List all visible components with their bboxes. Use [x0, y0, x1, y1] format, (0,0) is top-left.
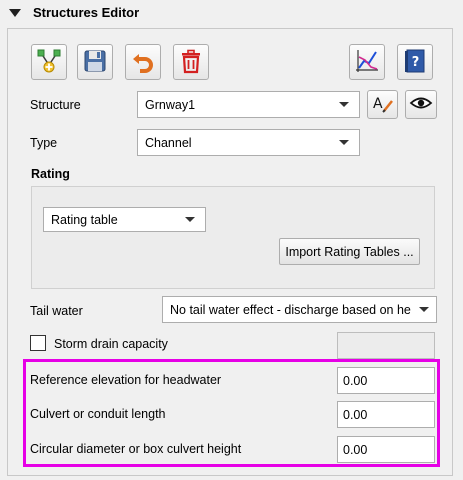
svg-text:A: A	[373, 96, 383, 112]
import-rating-tables-button[interactable]: Import Rating Tables ...	[279, 238, 420, 265]
rating-type-value: Rating table	[51, 212, 118, 227]
chevron-down-icon	[419, 307, 429, 312]
svg-text:?: ?	[412, 55, 420, 70]
culvert-diameter-field[interactable]: 0.00	[337, 436, 435, 463]
structure-select[interactable]: Grnway1	[137, 91, 360, 118]
tail-water-label: Tail water	[30, 304, 83, 318]
schematize-button[interactable]	[349, 44, 385, 80]
add-structure-icon	[36, 48, 62, 77]
undo-icon	[130, 48, 156, 77]
collapse-arrow-icon[interactable]	[9, 9, 21, 17]
culvert-length-label: Culvert or conduit length	[30, 407, 166, 421]
type-select-value: Channel	[145, 135, 192, 150]
save-icon	[82, 48, 108, 77]
structure-label: Structure	[30, 98, 81, 112]
tail-water-select[interactable]: No tail water effect - discharge based o…	[162, 296, 437, 323]
chevron-down-icon	[339, 140, 349, 145]
culvert-diameter-label: Circular diameter or box culvert height	[30, 442, 242, 456]
reference-elevation-label: Reference elevation for headwater	[30, 373, 222, 387]
rename-structure-button[interactable]: A	[367, 90, 398, 119]
view-structure-button[interactable]	[405, 90, 437, 119]
rating-section-title: Rating	[31, 167, 70, 181]
delete-icon	[178, 48, 204, 77]
chevron-down-icon	[339, 102, 349, 107]
help-icon: ?	[402, 48, 428, 77]
add-structure-button[interactable]	[31, 44, 67, 80]
storm-drain-checkbox[interactable]	[30, 335, 46, 351]
panel-title: Structures Editor	[33, 5, 140, 20]
storm-drain-capacity-field[interactable]	[337, 332, 435, 359]
rating-type-select[interactable]: Rating table	[43, 207, 206, 232]
reference-elevation-field[interactable]: 0.00	[337, 367, 435, 394]
structure-select-value: Grnway1	[145, 97, 196, 112]
tail-water-value: No tail water effect - discharge based o…	[170, 302, 411, 317]
schematize-icon	[354, 48, 380, 77]
rename-icon: A	[371, 92, 395, 117]
delete-button[interactable]	[173, 44, 209, 80]
culvert-length-field[interactable]: 0.00	[337, 401, 435, 428]
help-button[interactable]: ?	[397, 44, 433, 80]
type-label: Type	[30, 136, 58, 150]
save-button[interactable]	[77, 44, 113, 80]
storm-drain-label: Storm drain capacity	[54, 337, 168, 351]
type-select[interactable]: Channel	[137, 129, 360, 156]
undo-button[interactable]	[125, 44, 161, 80]
eye-icon	[409, 94, 433, 115]
chevron-down-icon	[185, 217, 195, 222]
